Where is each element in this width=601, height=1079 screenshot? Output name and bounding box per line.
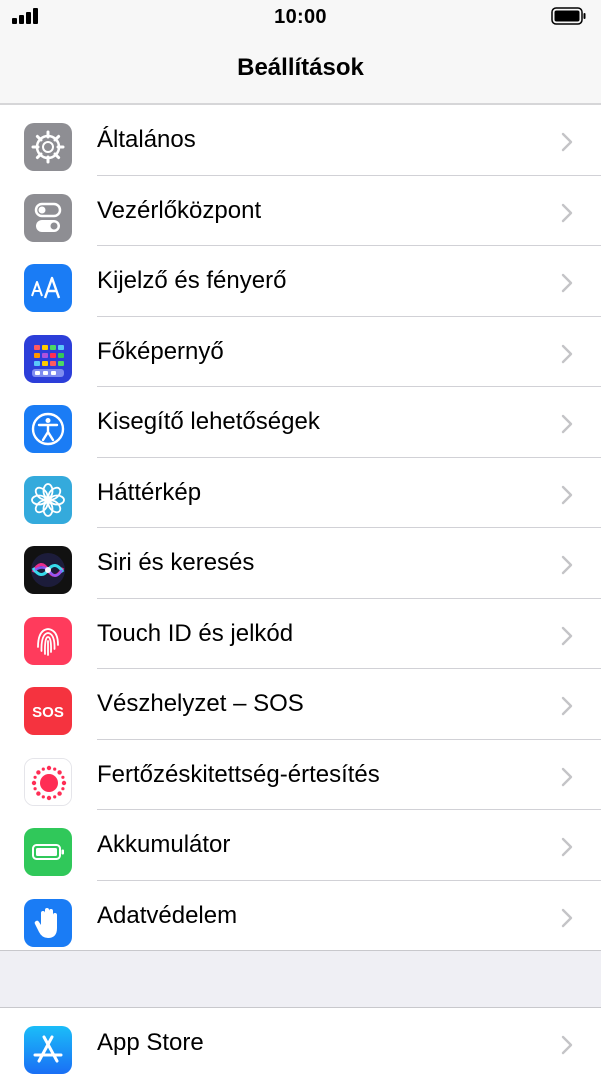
sos-icon-text: SOS xyxy=(32,704,64,721)
settings-list: Általános Vezérlőközpont Kijelző és fény… xyxy=(0,105,601,951)
settings-item-label: App Store xyxy=(97,1029,204,1056)
toggles-icon xyxy=(24,193,72,242)
chevron-right-icon xyxy=(561,767,573,786)
chevron-right-icon xyxy=(561,273,573,293)
home-screen-icon xyxy=(24,334,72,383)
navigation-bar: Beállítások xyxy=(0,36,601,105)
chevron-right-icon xyxy=(561,837,573,857)
settings-item-label: Akkumulátor xyxy=(97,831,231,858)
settings-item-home-screen[interactable]: Főképernyő xyxy=(0,316,601,387)
gear-icon xyxy=(24,123,72,171)
settings-item-label: Vészhelyzet – SOS xyxy=(97,690,304,717)
hand-icon xyxy=(24,898,72,947)
chevron-right-icon xyxy=(561,908,573,927)
chevron-right-icon xyxy=(561,344,573,363)
settings-item-touch-id-passcode[interactable]: Touch ID és jelkód xyxy=(0,598,601,669)
siri-icon xyxy=(24,546,72,594)
exposure-icon xyxy=(24,757,72,806)
settings-item-accessibility[interactable]: Kisegítő lehetőségek xyxy=(0,387,601,458)
app-store-icon xyxy=(24,1026,72,1074)
settings-item-label: Főképernyő xyxy=(97,337,224,365)
settings-item-label: Általános xyxy=(97,126,196,153)
settings-item-control-center[interactable]: Vezérlőközpont xyxy=(0,175,601,246)
settings-item-label: Kisegítő lehetőségek xyxy=(97,408,320,435)
settings-item-wallpaper[interactable]: Háttérkép xyxy=(0,457,601,528)
settings-item-label: Vezérlőközpont xyxy=(97,196,262,224)
settings-item-battery[interactable]: Akkumulátor xyxy=(0,810,601,881)
status-bar: 10:00 xyxy=(0,0,601,36)
section-gap xyxy=(0,951,601,1008)
settings-item-label: Fertőzéskitettség-értesítés xyxy=(97,760,380,788)
settings-item-display-brightness[interactable]: Kijelző és fényerő xyxy=(0,246,601,317)
status-time: 10:00 xyxy=(274,6,327,28)
sos-icon: SOS xyxy=(24,687,72,735)
settings-item-label: Háttérkép xyxy=(97,478,202,506)
chevron-right-icon xyxy=(561,132,573,152)
chevron-right-icon xyxy=(561,1035,573,1055)
battery-status-icon xyxy=(551,7,586,25)
settings-item-label: Siri és keresés xyxy=(97,549,255,576)
fingerprint-icon xyxy=(24,616,72,665)
battery-icon xyxy=(24,828,72,876)
chevron-right-icon xyxy=(561,414,573,434)
settings-item-label: Touch ID és jelkód xyxy=(97,619,294,647)
settings-item-privacy[interactable]: Adatvédelem xyxy=(0,880,601,951)
text-size-icon xyxy=(24,264,72,312)
settings-item-siri-search[interactable]: Siri és keresés xyxy=(0,528,601,599)
settings-item-app-store[interactable]: App Store xyxy=(0,1008,601,1079)
page-title: Beállítások xyxy=(237,54,364,81)
accessibility-icon xyxy=(24,405,72,453)
chevron-right-icon xyxy=(561,626,573,645)
settings-item-general[interactable]: Általános xyxy=(0,105,601,176)
flower-icon xyxy=(24,475,72,524)
settings-item-label: Kijelző és fényerő xyxy=(97,267,287,294)
settings-item-exposure-notifications[interactable]: Fertőzéskitettség-értesítés xyxy=(0,739,601,810)
chevron-right-icon xyxy=(561,555,573,575)
settings-item-label: Adatvédelem xyxy=(97,901,238,929)
chevron-right-icon xyxy=(561,696,573,716)
store-settings-list: App Store xyxy=(0,1008,601,1079)
chevron-right-icon xyxy=(561,203,573,222)
chevron-right-icon xyxy=(561,485,573,504)
settings-item-emergency-sos[interactable]: SOS Vészhelyzet – SOS xyxy=(0,669,601,740)
